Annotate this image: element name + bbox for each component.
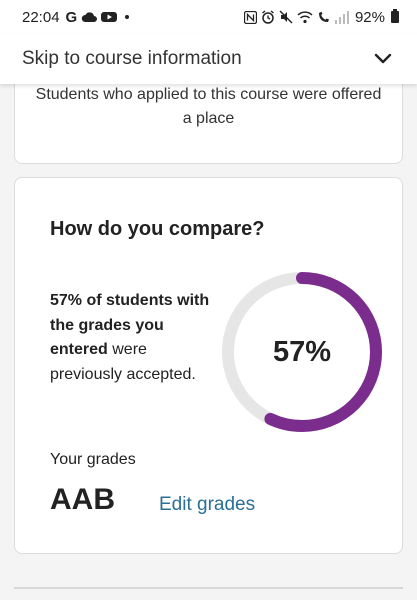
status-right: 92% <box>243 8 399 26</box>
compare-title: How do you compare? <box>50 218 265 240</box>
battery-percent: 92% <box>354 8 385 26</box>
cloud-icon <box>81 12 98 22</box>
skip-to-course-info-bar[interactable]: Skip to course information <box>0 34 417 84</box>
notification-dot-icon <box>125 15 130 19</box>
google-g-icon: G <box>65 8 78 26</box>
section-divider <box>14 587 403 589</box>
nfc-icon <box>243 10 257 24</box>
your-grades-value: AAB <box>50 483 115 516</box>
battery-icon <box>391 9 399 23</box>
offer-rate-text: Students who applied to this course were… <box>35 86 382 127</box>
edit-grades-link[interactable]: Edit grades <box>159 494 255 516</box>
compare-card: How do you compare? 57% of students with… <box>14 177 403 554</box>
your-grades-label: Your grades <box>50 451 136 468</box>
alarm-icon <box>262 10 274 24</box>
status-left-icons: G <box>66 9 130 26</box>
donut-percent-label: 57% <box>272 335 332 368</box>
acceptance-stat-text: 57% of students with the grades you ente… <box>50 289 215 387</box>
mute-icon <box>279 10 293 24</box>
youtube-icon <box>101 12 118 22</box>
status-right-icons <box>243 10 349 24</box>
skip-to-course-info-label: Skip to course information <box>22 48 242 69</box>
wifi-call-icon <box>318 11 329 22</box>
status-time: 22:04 <box>22 8 60 26</box>
status-left: 22:04 G <box>22 8 130 26</box>
chevron-down-icon[interactable] <box>373 49 393 69</box>
signal-icon <box>334 10 349 24</box>
wifi-icon <box>297 10 313 23</box>
status-bar: 22:04 G 92% <box>0 0 417 34</box>
